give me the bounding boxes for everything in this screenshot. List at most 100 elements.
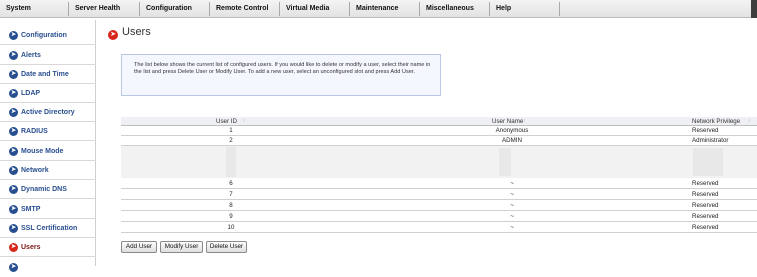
arrow-circle-icon: ➤ — [9, 147, 18, 156]
column-header-network-privilege[interactable]: Network Privilege — [692, 117, 740, 126]
arrow-circle-icon: ➤ — [108, 30, 118, 40]
menu-separator — [139, 2, 140, 16]
sidebar-item-ssl-certification[interactable]: ➤ SSL Certification — [0, 219, 96, 238]
delete-user-button[interactable]: Delete User — [206, 241, 247, 253]
sidebar-item-active-directory[interactable]: ➤ Active Directory — [0, 103, 96, 122]
cell-user-name: ADMIN — [502, 137, 522, 144]
modify-user-button[interactable]: Modify User — [160, 241, 203, 253]
sidebar-item-label: Alerts — [21, 52, 41, 59]
cell-privilege: Reserved — [692, 180, 719, 187]
redacted-area — [121, 146, 757, 178]
menu-separator — [279, 2, 280, 16]
menu-separator — [349, 2, 350, 16]
arrow-circle-icon: ➤ — [9, 127, 18, 136]
sidebar-item-date-and-time[interactable]: ➤ Date and Time — [0, 65, 96, 84]
table-row-obscured[interactable] — [121, 146, 757, 178]
info-text: The list below shows the current list of… — [134, 62, 431, 75]
redacted-cell — [693, 148, 723, 176]
arrow-circle-icon: ➤ — [9, 166, 18, 175]
sidebar-item-network[interactable]: ➤ Network — [0, 161, 96, 180]
sidebar-item-label: Active Directory — [21, 109, 75, 116]
sidebar-item-mouse-mode[interactable]: ➤ Mouse Mode — [0, 142, 96, 161]
cell-privilege: Administrator — [692, 137, 729, 144]
cell-privilege: Reserved — [692, 127, 719, 134]
redacted-cell — [226, 147, 236, 177]
menu-virtual-media[interactable]: Virtual Media — [282, 0, 329, 18]
sort-icon[interactable]: ↕ — [243, 117, 246, 126]
cell-privilege: Reserved — [692, 202, 719, 209]
menu-system[interactable]: System — [2, 0, 31, 18]
arrow-circle-icon: ➤ — [9, 185, 18, 194]
arrow-circle-icon: ➤ — [9, 31, 18, 40]
arrow-circle-icon: ➤ — [9, 51, 18, 60]
info-box: The list below shows the current list of… — [121, 54, 441, 96]
cell-user-name: ~ — [510, 191, 514, 198]
cell-privilege: Reserved — [692, 224, 719, 231]
sidebar-item-ldap[interactable]: ➤ LDAP — [0, 84, 96, 103]
table-row[interactable]: 2 ADMIN Administrator — [121, 136, 757, 146]
arrow-circle-icon: ➤ — [9, 205, 18, 214]
sidebar-item-dynamic-dns[interactable]: ➤ Dynamic DNS — [0, 180, 96, 199]
arrow-circle-icon: ➤ — [9, 70, 18, 79]
sidebar-item-users[interactable]: ➤ Users — [0, 238, 96, 257]
cell-user-name: ~ — [510, 224, 514, 231]
cell-user-id: 1 — [229, 127, 233, 134]
arrow-circle-icon: ➤ — [9, 243, 18, 252]
sidebar-item-alerts[interactable]: ➤ Alerts — [0, 46, 96, 65]
table-row[interactable]: 8 ~ Reserved — [121, 200, 757, 211]
menu-configuration[interactable]: Configuration — [142, 0, 192, 18]
column-header-user-id[interactable]: User ID — [216, 117, 237, 126]
menu-server-health[interactable]: Server Health — [71, 0, 120, 18]
sidebar: ➤ Configuration ➤ Alerts ➤ Date and Time… — [0, 20, 96, 272]
menu-separator — [419, 2, 420, 16]
cell-user-name: ~ — [510, 180, 514, 187]
cell-user-id: 7 — [229, 191, 233, 198]
sidebar-item-smtp[interactable]: ➤ SMTP — [0, 200, 96, 219]
add-user-button[interactable]: Add User — [121, 241, 157, 253]
cell-user-id: 9 — [229, 213, 233, 220]
menu-separator — [489, 2, 490, 16]
cell-user-id: 6 — [229, 180, 233, 187]
arrow-circle-icon: ➤ — [9, 263, 18, 272]
cell-user-name: Anonymous — [495, 127, 529, 134]
sidebar-item-label: Users — [21, 244, 41, 251]
redacted-cell — [499, 148, 511, 176]
table-row[interactable]: 6 ~ Reserved — [121, 179, 757, 189]
table-row[interactable]: 10 ~ Reserved — [121, 222, 757, 233]
arrow-circle-icon: ➤ — [9, 224, 18, 233]
menu-separator — [209, 2, 210, 16]
menu-remote-control[interactable]: Remote Control — [212, 0, 269, 18]
table-row[interactable]: 1 Anonymous Reserved — [121, 126, 757, 136]
cell-user-id: 2 — [229, 137, 233, 144]
sidebar-item-label: LDAP — [21, 90, 41, 97]
menu-help[interactable]: Help — [492, 0, 511, 18]
table-row[interactable]: 9 ~ Reserved — [121, 211, 757, 222]
sidebar-item-next-partial[interactable]: ➤ — [0, 258, 96, 277]
sidebar-item-label: Configuration — [21, 32, 67, 39]
column-header-user-name[interactable]: User Name — [492, 117, 523, 126]
cell-user-id: 10 — [227, 224, 235, 231]
menu-maintenance[interactable]: Maintenance — [352, 0, 398, 18]
sidebar-item-label: Mouse Mode — [21, 148, 64, 155]
menu-separator — [68, 2, 69, 16]
arrow-circle-icon: ➤ — [9, 108, 18, 117]
table-row[interactable]: 7 ~ Reserved — [121, 189, 757, 200]
cell-privilege: Reserved — [692, 213, 719, 220]
cell-user-name: ~ — [510, 213, 514, 220]
menu-separator — [559, 2, 560, 16]
page-title: Users — [122, 26, 151, 38]
sort-icon[interactable]: ↕ — [748, 117, 751, 126]
sidebar-item-label: SSL Certification — [21, 225, 78, 232]
menu-miscellaneous[interactable]: Miscellaneous — [422, 0, 474, 18]
sidebar-item-configuration[interactable]: ➤ Configuration — [0, 26, 96, 45]
sidebar-item-label: Network — [21, 167, 49, 174]
table-header: User ID ↕ User Name ↕ Network Privilege … — [121, 117, 757, 126]
sort-icon[interactable]: ↕ — [523, 117, 526, 126]
sidebar-item-label: SMTP — [21, 206, 41, 213]
sidebar-item-label: Date and Time — [21, 71, 69, 78]
arrow-circle-icon: ➤ — [9, 89, 18, 98]
sidebar-item-radius[interactable]: ➤ RADIUS — [0, 122, 96, 141]
cell-user-id: 8 — [229, 202, 233, 209]
sidebar-item-label: Dynamic DNS — [21, 186, 67, 193]
menu-bar-edge — [751, 0, 757, 18]
